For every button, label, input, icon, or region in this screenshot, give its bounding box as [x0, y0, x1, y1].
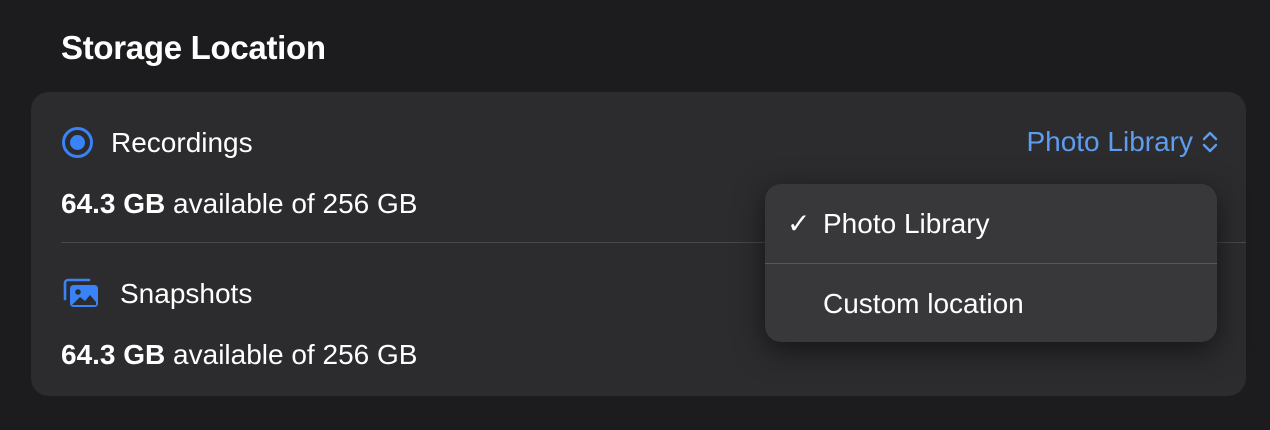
menu-item-label: Photo Library	[823, 207, 990, 239]
location-dropdown-menu: ✓ Photo Library Custom location	[765, 184, 1217, 342]
snapshots-row: Snapshots	[61, 277, 252, 311]
recordings-row: Recordings	[61, 126, 253, 159]
snapshots-availability: 64.3 GB available of 256 GB	[61, 339, 417, 371]
recordings-availability: 64.3 GB available of 256 GB	[61, 188, 417, 220]
recordings-available-text: available of 256 GB	[165, 188, 418, 219]
photos-icon	[61, 277, 101, 311]
recordings-label: Recordings	[111, 126, 253, 158]
record-icon	[61, 126, 94, 159]
chevron-up-down-icon	[1202, 129, 1218, 155]
menu-item-photo-library[interactable]: ✓ Photo Library	[765, 184, 1217, 263]
snapshots-available-amount: 64.3 GB	[61, 339, 166, 370]
snapshots-available-text: available of 256 GB	[165, 339, 418, 370]
checkmark-icon: ✓	[787, 208, 811, 239]
menu-item-custom-location[interactable]: Custom location	[765, 264, 1217, 342]
recordings-available-amount: 64.3 GB	[61, 188, 166, 219]
snapshots-label: Snapshots	[120, 278, 253, 309]
menu-item-label: Custom location	[823, 287, 1024, 319]
picker-value: Photo Library	[1026, 126, 1193, 157]
recordings-location-picker[interactable]: Photo Library	[1026, 126, 1218, 158]
page-title: Storage Location	[61, 29, 326, 66]
